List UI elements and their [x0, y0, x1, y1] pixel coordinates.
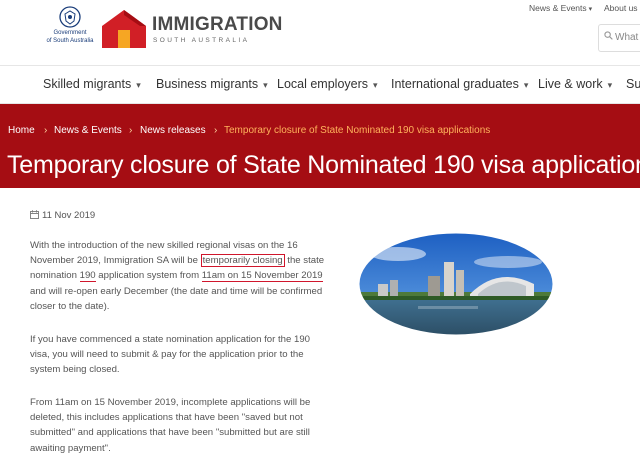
paragraph-submit-before-close: If you have commenced a state nomination…: [30, 332, 340, 378]
chevron-down-icon: ▾: [373, 80, 378, 90]
page-title: Temporary closure of State Nominated 190…: [7, 151, 640, 179]
text-line: system being closed.: [30, 364, 120, 376]
text-line: November 2019, Immigration SA will be te…: [30, 253, 340, 268]
top-link-news-events[interactable]: News & Events ▾: [529, 3, 592, 13]
text-line: From 11am on 15 November 2019, incomplet…: [30, 397, 311, 408]
nav-item-label: Business migrants: [156, 77, 259, 91]
publish-date-text: 11 Nov 2019: [42, 210, 96, 221]
paragraph-incomplete-deleted: From 11am on 15 November 2019, incomplet…: [30, 395, 340, 456]
highlight-closing-date: 11am on 15 November 2019: [201, 270, 323, 283]
breadcrumb-separator: ›: [44, 125, 48, 136]
gov-logo-line1: Government: [53, 30, 87, 36]
text-span: November 2019, Immigration SA will be: [30, 255, 201, 267]
text-line: If you have commenced a state nomination…: [30, 334, 310, 345]
text-line: visa, you will need to submit & pay for …: [30, 349, 304, 361]
breadcrumb-current: Temporary closure of State Nominated 190…: [224, 125, 491, 136]
nav-item-label: Live & work: [538, 77, 603, 91]
brand-subtitle: SOUTH AUSTRALIA: [153, 37, 250, 44]
nav-item-local-employers[interactable]: Local employers ▾: [277, 77, 378, 91]
chevron-down-icon: ▾: [263, 80, 268, 90]
breadcrumb-home[interactable]: Home: [8, 125, 35, 136]
brand-name: IMMIGRATION: [152, 14, 283, 35]
chevron-down-icon: ▾: [607, 80, 613, 90]
text-line: submitted" and applications that have be…: [30, 427, 310, 439]
top-link-label: News & Events: [529, 3, 587, 13]
text-line: nomination 190 application system from 1…: [30, 268, 340, 283]
top-link-label: About us: [604, 3, 638, 13]
nav-item-business-migrants[interactable]: Business migrants ▾: [156, 77, 268, 91]
text-span: the state: [284, 255, 325, 267]
gov-logo-line2: of South Australia: [46, 38, 94, 44]
page-banner: Home › News & Events › News releases › T…: [0, 104, 640, 188]
text-line: With the introduction of the new skilled…: [30, 240, 298, 251]
adelaide-riverbank-photo: [358, 232, 554, 336]
chevron-down-icon: ▾: [588, 6, 593, 13]
crest-icon: [59, 6, 81, 28]
chevron-down-icon: ▾: [136, 80, 141, 90]
highlight-temporarily-closing: temporarily closing: [200, 254, 285, 268]
government-of-south-australia-logo[interactable]: Government of South Australia: [44, 6, 96, 48]
publish-date: 11 Nov 2019: [30, 210, 95, 224]
nav-item-label: Skilled migrants: [43, 77, 132, 91]
search-placeholder: What a: [615, 32, 640, 43]
nav-item-live-work[interactable]: Live & work ▾: [538, 77, 612, 91]
main-navigation: Skilled migrants ▾ Business migrants ▾ Loc…: [0, 66, 640, 104]
nav-item-label: Local employers: [277, 77, 369, 91]
text-line: and will re-open early December (the dat…: [30, 285, 323, 297]
nav-item-su[interactable]: Su: [626, 77, 640, 91]
highlight-190: 190: [79, 270, 96, 283]
top-link-about-us[interactable]: About us: [604, 3, 638, 13]
breadcrumb-news-events[interactable]: News & Events: [54, 125, 122, 136]
nav-item-label: Su: [626, 77, 640, 91]
text-line: closer to the date).: [30, 300, 110, 312]
house-mark-icon: [102, 10, 146, 48]
chevron-down-icon: ▾: [523, 80, 529, 90]
text-line: awaiting payment".: [30, 442, 111, 454]
site-header: Government of South Australia IMMIGRATIO…: [0, 0, 640, 66]
breadcrumb-separator: ›: [214, 125, 218, 136]
breadcrumb-news-releases[interactable]: News releases: [140, 125, 206, 136]
text-span: nomination: [30, 270, 80, 282]
nav-item-label: International graduates: [391, 77, 519, 91]
immigration-sa-logo[interactable]: IMMIGRATION SOUTH AUSTRALIA: [100, 8, 282, 48]
nav-item-international-graduates[interactable]: International graduates ▾: [391, 77, 528, 91]
search-icon[interactable]: [604, 31, 613, 40]
text-span: application system from: [95, 270, 202, 282]
text-line: deleted, this includes applications that…: [30, 412, 303, 424]
nav-item-skilled-migrants[interactable]: Skilled migrants ▾: [43, 77, 141, 91]
paragraph-intro: With the introduction of the new skilled…: [30, 238, 340, 314]
breadcrumb-separator: ›: [129, 125, 133, 136]
calendar-icon: [30, 210, 39, 219]
